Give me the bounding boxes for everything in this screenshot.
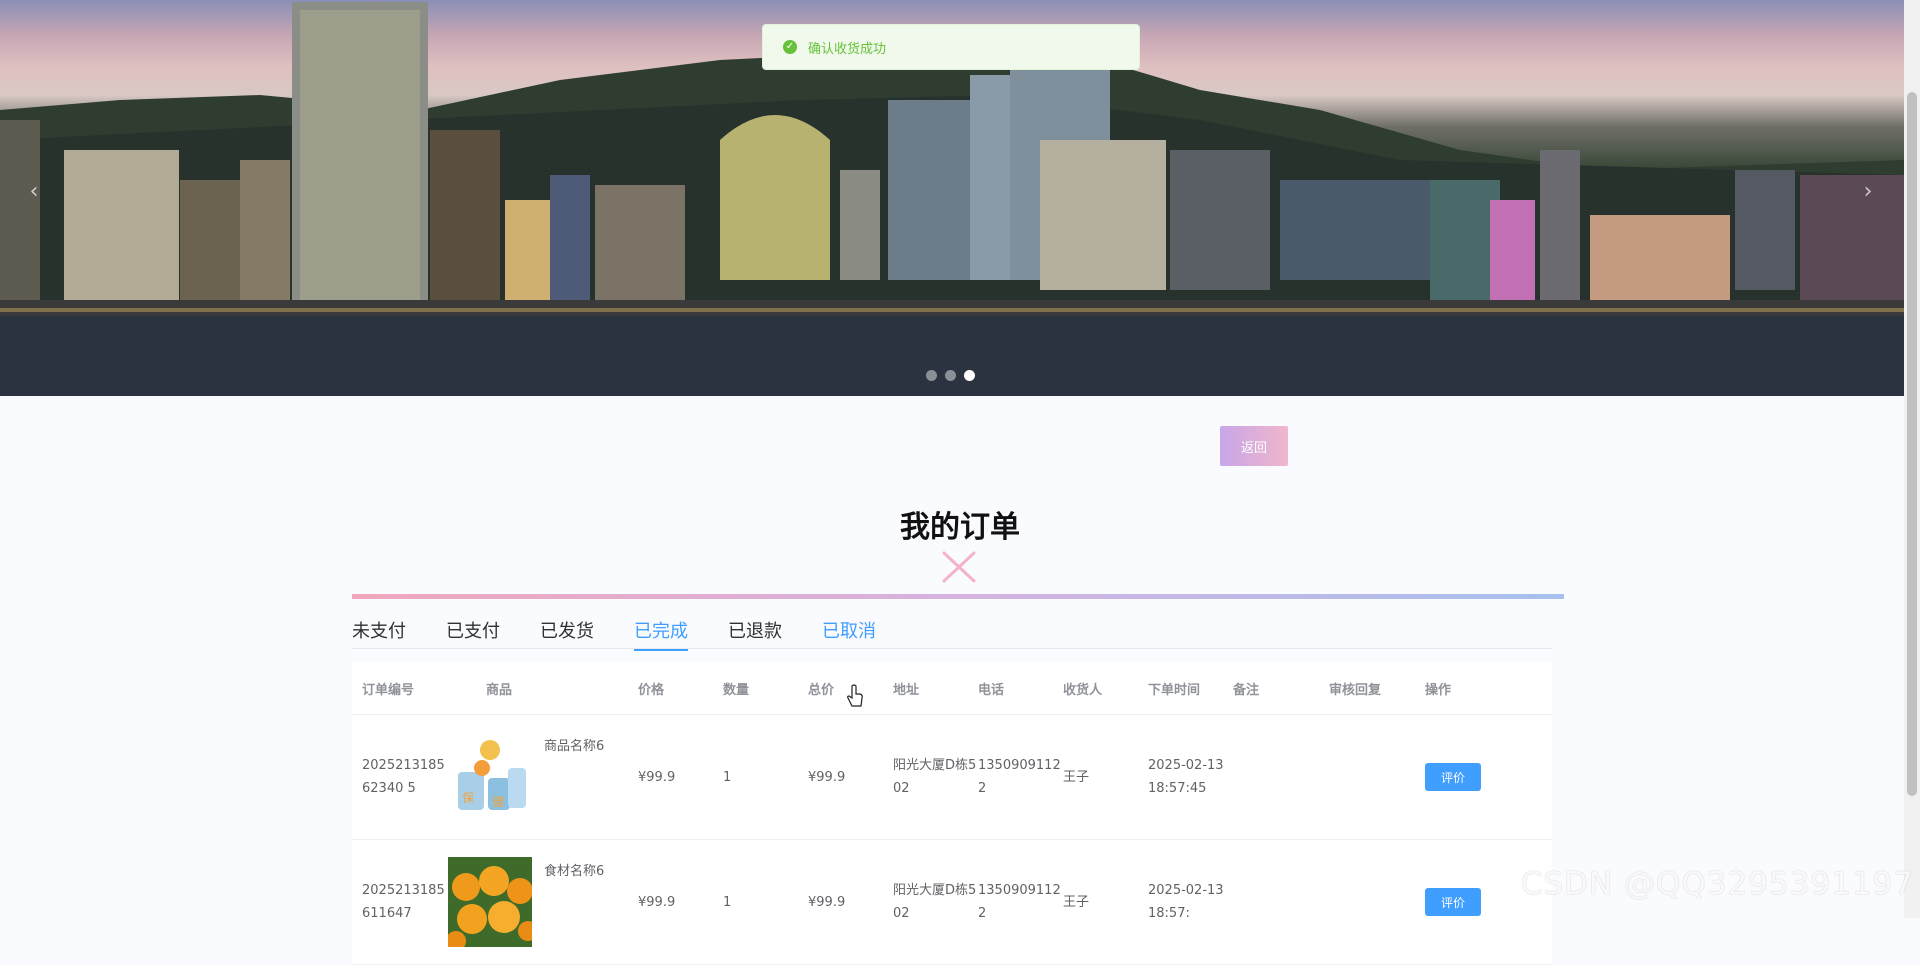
order-actions: 评价 xyxy=(1425,763,1525,791)
title-divider xyxy=(352,594,1564,599)
order-address: 阳光大厦D栋502 xyxy=(893,883,977,921)
order-time: 2025-02-13 18:57:45 xyxy=(1148,758,1224,796)
hand-cursor-icon xyxy=(847,684,863,707)
header-order-id: 订单编号 xyxy=(362,682,415,698)
header-price: 价格 xyxy=(638,682,665,698)
back-button[interactable]: 返回 xyxy=(1220,426,1288,466)
table-header: 订单编号 商品 价格 数量 总价 地址 电话 收货人 下单时间 备注 审核回复 … xyxy=(352,662,1552,715)
order-status-tabs: 未支付 已支付 已发货 已完成 已退款 已取消 xyxy=(352,617,916,651)
goods-quantity: 1 xyxy=(723,894,732,910)
header-actions: 操作 xyxy=(1425,682,1452,698)
banner-dot-active[interactable] xyxy=(964,370,975,381)
banner-next-arrow[interactable]: › xyxy=(1856,180,1880,204)
review-button[interactable]: 评价 xyxy=(1425,888,1481,916)
header-phone: 电话 xyxy=(978,682,1005,698)
tab-unpaid[interactable]: 未支付 xyxy=(352,617,406,651)
health-product-image: 保 健 xyxy=(448,732,532,822)
header-order-time: 下单时间 xyxy=(1148,682,1201,698)
order-id: 202521318562340 5 xyxy=(362,758,445,796)
orders-table: 订单编号 商品 价格 数量 总价 地址 电话 收货人 下单时间 备注 审核回复 … xyxy=(352,662,1552,965)
page-title: 我的订单 xyxy=(900,510,1020,545)
goods-name: 食材名称6 xyxy=(544,864,605,879)
check-circle-icon: ✓ xyxy=(783,40,797,54)
goods-thumbnail[interactable]: 保 健 xyxy=(448,732,544,822)
svg-text:健: 健 xyxy=(492,795,504,809)
order-actions: 评价 xyxy=(1425,888,1525,916)
header-receiver: 收货人 xyxy=(1063,682,1103,698)
tab-shipped[interactable]: 已发货 xyxy=(540,617,594,651)
tab-paid[interactable]: 已支付 xyxy=(446,617,500,651)
order-receiver: 王子 xyxy=(1063,894,1090,910)
header-review-reply: 审核回复 xyxy=(1329,682,1382,698)
oranges-image xyxy=(448,857,532,947)
goods-price: ¥99.9 xyxy=(638,769,676,785)
order-phone: 13509091122 xyxy=(978,758,1061,796)
toast-message: 确认收货成功 xyxy=(808,41,887,57)
tab-completed[interactable]: 已完成 xyxy=(634,617,688,651)
goods-thumbnail[interactable] xyxy=(448,857,544,947)
order-time: 2025-02-13 18:57: xyxy=(1148,883,1224,921)
title-decoration-icon xyxy=(942,551,976,583)
order-total: ¥99.9 xyxy=(808,894,846,910)
header-quantity: 数量 xyxy=(723,682,750,698)
success-toast: ✓ 确认收货成功 xyxy=(762,24,1140,70)
banner-dot[interactable] xyxy=(945,370,956,381)
svg-text:保: 保 xyxy=(462,791,474,805)
scrollbar-thumb[interactable] xyxy=(1907,92,1917,796)
goods-name: 商品名称6 xyxy=(544,739,605,754)
tab-cancelled[interactable]: 已取消 xyxy=(822,617,876,651)
banner-prev-arrow[interactable]: ‹ xyxy=(22,180,46,204)
table-row: 202521318562340 5 保 健 商品名称6 ¥99.9 1 ¥99.… xyxy=(352,715,1552,840)
header-note: 备注 xyxy=(1233,682,1260,698)
order-address: 阳光大厦D栋502 xyxy=(893,758,977,796)
order-total: ¥99.9 xyxy=(808,769,846,785)
review-button[interactable]: 评价 xyxy=(1425,763,1481,791)
tabs-divider xyxy=(352,648,1552,649)
table-row: 2025213185611647 食材名称6 ¥99.9 1 ¥99.9 阳光大… xyxy=(352,840,1552,965)
watermark: CSDN @QQ3295391197 xyxy=(1520,866,1914,902)
goods-price: ¥99.9 xyxy=(638,894,676,910)
header-address: 地址 xyxy=(893,682,920,698)
goods-quantity: 1 xyxy=(723,769,732,785)
order-receiver: 王子 xyxy=(1063,769,1090,785)
banner-dot[interactable] xyxy=(926,370,937,381)
order-id: 2025213185611647 xyxy=(362,883,445,921)
order-phone: 13509091122 xyxy=(978,883,1061,921)
banner-indicators xyxy=(926,370,975,381)
tab-refunded[interactable]: 已退款 xyxy=(728,617,782,651)
header-goods: 商品 xyxy=(486,682,513,698)
